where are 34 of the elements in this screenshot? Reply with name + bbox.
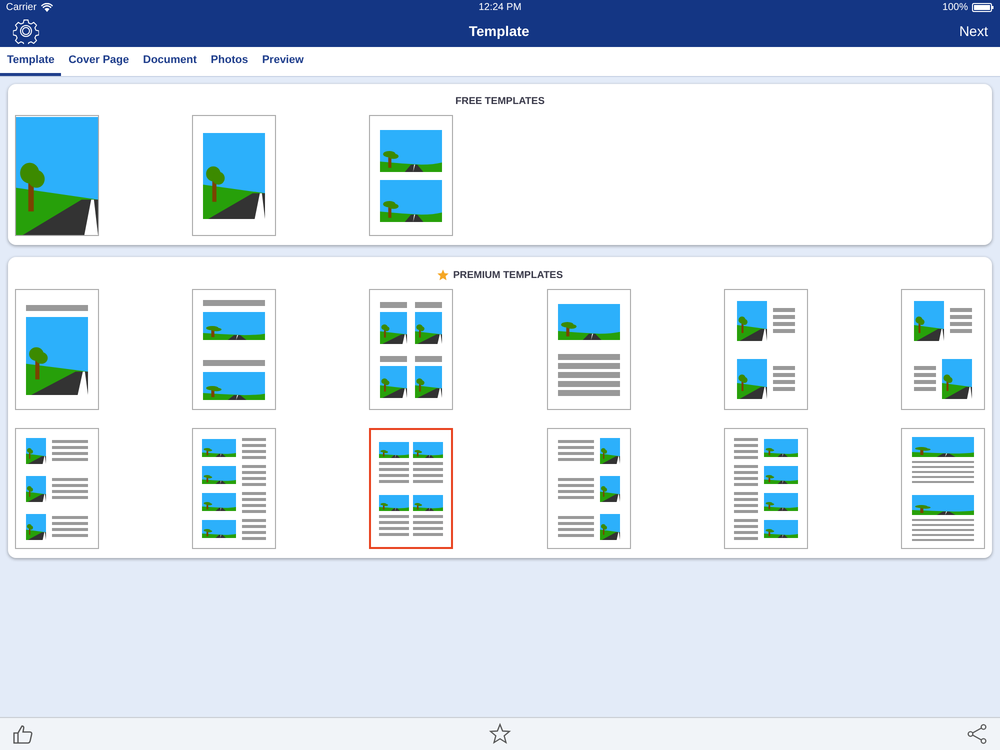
template-thumbnail[interactable]	[15, 428, 99, 549]
template-thumbnail[interactable]	[369, 289, 454, 410]
template-thumbnail[interactable]	[15, 115, 99, 236]
template-thumbnail[interactable]	[192, 428, 276, 549]
template-thumbnail[interactable]	[724, 428, 808, 549]
template-thumbnail[interactable]	[546, 289, 631, 410]
star-icon[interactable]	[489, 723, 511, 745]
wifi-icon	[40, 3, 53, 12]
tab[interactable]: Cover Page	[61, 47, 136, 76]
battery-percent: 100%	[942, 2, 968, 13]
template-thumbnail[interactable]	[15, 289, 99, 410]
tab[interactable]: Photos	[204, 47, 256, 76]
status-time: 12:24 PM	[478, 2, 522, 13]
thumbs-up-icon[interactable]	[12, 723, 34, 745]
screen-title: Template	[468, 23, 530, 39]
template-thumbnail[interactable]	[192, 289, 276, 410]
template-thumbnail[interactable]	[900, 428, 985, 549]
section-title: PREMIUM TEMPLATES	[453, 270, 563, 280]
section-title: FREE TEMPLATES	[455, 96, 545, 107]
carrier-label: Carrier	[6, 2, 37, 13]
tab[interactable]: Document	[136, 47, 204, 76]
tab[interactable]: Preview	[255, 47, 311, 76]
template-thumbnail[interactable]	[900, 289, 985, 410]
settings-icon[interactable]	[13, 18, 39, 44]
template-thumbnail[interactable]	[369, 428, 454, 549]
battery-icon	[972, 3, 994, 12]
template-thumbnail[interactable]	[724, 289, 808, 410]
template-thumbnail[interactable]	[546, 428, 631, 549]
template-thumbnail[interactable]	[192, 115, 276, 236]
share-icon[interactable]	[966, 723, 988, 745]
template-thumbnail[interactable]	[369, 115, 454, 236]
tab[interactable]: Template	[0, 47, 62, 76]
star-icon	[437, 269, 450, 281]
next-button[interactable]: Next	[959, 23, 988, 39]
